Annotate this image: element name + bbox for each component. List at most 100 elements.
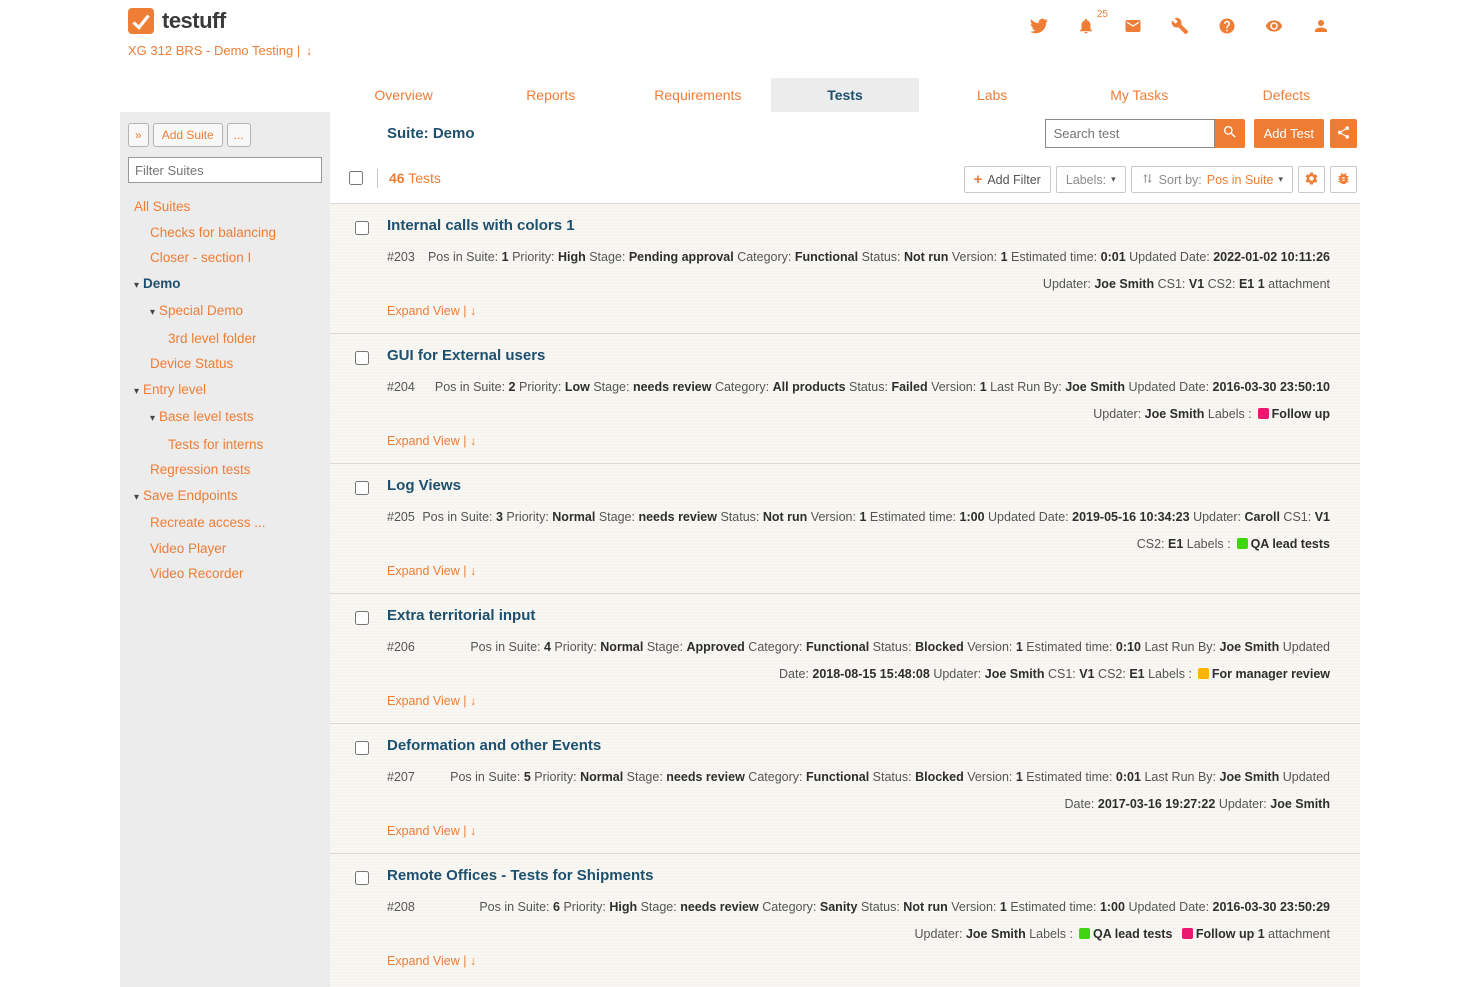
filter-suites-input[interactable] xyxy=(128,157,322,183)
expand-view-link[interactable]: Expand View | ↓ xyxy=(387,694,1330,708)
field-value: 2016-03-30 23:50:29 xyxy=(1213,900,1330,914)
field-value: 4 xyxy=(544,640,551,654)
suite-tree-item[interactable]: Regression tests xyxy=(128,457,322,483)
expand-view-link[interactable]: Expand View | ↓ xyxy=(387,434,1330,448)
tree-expand-arrow-icon[interactable]: ▾ xyxy=(150,413,155,424)
test-checkbox[interactable] xyxy=(355,611,369,625)
tab-tests[interactable]: Tests xyxy=(771,78,918,112)
field-value: Not run xyxy=(763,510,807,524)
field-value: 1:00 xyxy=(1100,900,1125,914)
suite-name: Base level tests xyxy=(159,409,254,424)
account-icon[interactable] xyxy=(1312,17,1330,35)
test-checkbox[interactable] xyxy=(355,871,369,885)
add-filter-button[interactable]: + Add Filter xyxy=(964,166,1051,193)
test-title[interactable]: Deformation and other Events xyxy=(387,737,601,754)
field-key: CS2: xyxy=(1208,277,1236,291)
tests-list: Internal calls with colors 1 #203 Pos in… xyxy=(330,203,1360,987)
suite-tree-item[interactable]: Video Recorder xyxy=(128,561,322,587)
sort-dropdown-button[interactable]: Sort by: Pos in Suite ▾ xyxy=(1131,166,1293,193)
project-selector[interactable]: XG 312 BRS - Demo Testing | ↓ xyxy=(128,43,312,58)
suite-more-button[interactable]: ... xyxy=(227,123,251,147)
test-checkbox[interactable] xyxy=(355,351,369,365)
test-title[interactable]: Log Views xyxy=(387,477,461,494)
collapse-sidebar-button[interactable]: » xyxy=(128,123,149,147)
test-checkbox[interactable] xyxy=(355,741,369,755)
test-title[interactable]: Remote Offices - Tests for Shipments xyxy=(387,867,653,884)
field-key: Estimated time: xyxy=(870,510,956,524)
field-value: 2018-08-15 15:48:08 xyxy=(812,667,929,681)
tab-defects[interactable]: Defects xyxy=(1213,78,1360,112)
suite-tree-item[interactable]: ▾Entry level xyxy=(128,377,322,405)
labels-dropdown-button[interactable]: Labels: ▾ xyxy=(1056,166,1126,193)
suite-tree-item[interactable]: Device Status xyxy=(128,351,322,377)
field-value: 6 xyxy=(553,900,560,914)
field-value: 5 xyxy=(524,770,531,784)
field-key: Status: xyxy=(873,770,912,784)
suite-tree-item[interactable]: Recreate access ... xyxy=(128,510,322,536)
tree-expand-arrow-icon[interactable]: ▾ xyxy=(150,307,155,318)
expand-view-link[interactable]: Expand View | ↓ xyxy=(387,564,1330,578)
suite-tree-item[interactable]: ▾Save Endpoints xyxy=(128,483,322,511)
mail-icon[interactable] xyxy=(1124,17,1142,35)
bug-report-button[interactable] xyxy=(1330,166,1357,193)
tree-expand-arrow-icon[interactable]: ▾ xyxy=(134,280,139,291)
test-checkbox[interactable] xyxy=(355,481,369,495)
expand-view-link[interactable]: Expand View | ↓ xyxy=(387,304,1330,318)
suite-tree-item[interactable]: ▾Special Demo xyxy=(128,298,322,326)
settings-button[interactable] xyxy=(1298,166,1325,193)
suite-tree-item[interactable]: 3rd level folder xyxy=(128,326,322,352)
testuff-logo-icon xyxy=(128,8,154,34)
tab-labs[interactable]: Labs xyxy=(919,78,1066,112)
add-suite-button[interactable]: Add Suite xyxy=(153,123,223,147)
field-key: Updated Date: xyxy=(1128,380,1209,394)
tab-my-tasks[interactable]: My Tasks xyxy=(1066,78,1213,112)
notifications-bell-icon[interactable]: 25 xyxy=(1077,17,1095,35)
suite-name: Recreate access ... xyxy=(150,515,266,530)
field-key: Priority: xyxy=(534,770,576,784)
tools-icon[interactable] xyxy=(1171,17,1189,35)
field-key: Version: xyxy=(967,640,1012,654)
labels-key: Labels : xyxy=(1208,407,1252,421)
tab-overview[interactable]: Overview xyxy=(330,78,477,112)
search-button[interactable] xyxy=(1215,119,1245,148)
suite-tree-item[interactable]: Closer - section I xyxy=(128,245,322,271)
expand-view-link[interactable]: Expand View | ↓ xyxy=(387,954,1330,968)
suite-tree-item[interactable]: ▾ Base level tests xyxy=(128,404,322,432)
twitter-icon[interactable] xyxy=(1030,17,1048,35)
field-key: CS2: xyxy=(1137,537,1165,551)
tab-requirements[interactable]: Requirements xyxy=(624,78,771,112)
field-key: Category: xyxy=(715,380,769,394)
test-title[interactable]: Internal calls with colors 1 xyxy=(387,217,575,234)
field-key: Pos in Suite: xyxy=(470,640,540,654)
tab-reports[interactable]: Reports xyxy=(477,78,624,112)
field-value: 1 xyxy=(859,510,866,524)
suite-tree-item[interactable]: Checks for balancing xyxy=(128,220,322,246)
expand-view-link[interactable]: Expand View | ↓ xyxy=(387,824,1330,838)
tree-expand-arrow-icon[interactable]: ▾ xyxy=(134,386,139,397)
suite-title: Suite: Demo xyxy=(387,125,475,142)
select-all-checkbox[interactable] xyxy=(349,171,363,185)
test-title[interactable]: GUI for External users xyxy=(387,347,545,364)
webinar-icon[interactable] xyxy=(1265,17,1283,35)
main-tabs: Overview Reports Requirements Tests Labs… xyxy=(330,78,1360,112)
field-value: Normal xyxy=(600,640,643,654)
suite-tree-item[interactable]: Tests for interns xyxy=(128,432,322,458)
logo[interactable]: testuff xyxy=(128,8,312,34)
help-icon[interactable] xyxy=(1218,17,1236,35)
share-button[interactable] xyxy=(1330,119,1357,148)
label-color-swatch xyxy=(1237,538,1248,549)
sort-icon xyxy=(1141,172,1154,188)
tree-expand-arrow-icon[interactable]: ▾ xyxy=(134,492,139,503)
test-checkbox[interactable] xyxy=(355,221,369,235)
field-value: 1 xyxy=(1016,770,1023,784)
field-value: 3 xyxy=(496,510,503,524)
field-value: 2016-03-30 23:50:10 xyxy=(1213,380,1330,394)
suite-header: Suite: Demo Add Test xyxy=(330,112,1360,156)
suite-tree-item[interactable]: Video Player xyxy=(128,536,322,562)
search-test-input[interactable] xyxy=(1045,119,1215,148)
test-row: Deformation and other Events #207 Pos in… xyxy=(330,723,1360,853)
suite-tree-item[interactable]: All Suites xyxy=(128,194,322,220)
test-title[interactable]: Extra territorial input xyxy=(387,607,535,624)
suite-tree-item[interactable]: ▾Demo xyxy=(128,271,322,299)
add-test-button[interactable]: Add Test xyxy=(1254,119,1324,148)
